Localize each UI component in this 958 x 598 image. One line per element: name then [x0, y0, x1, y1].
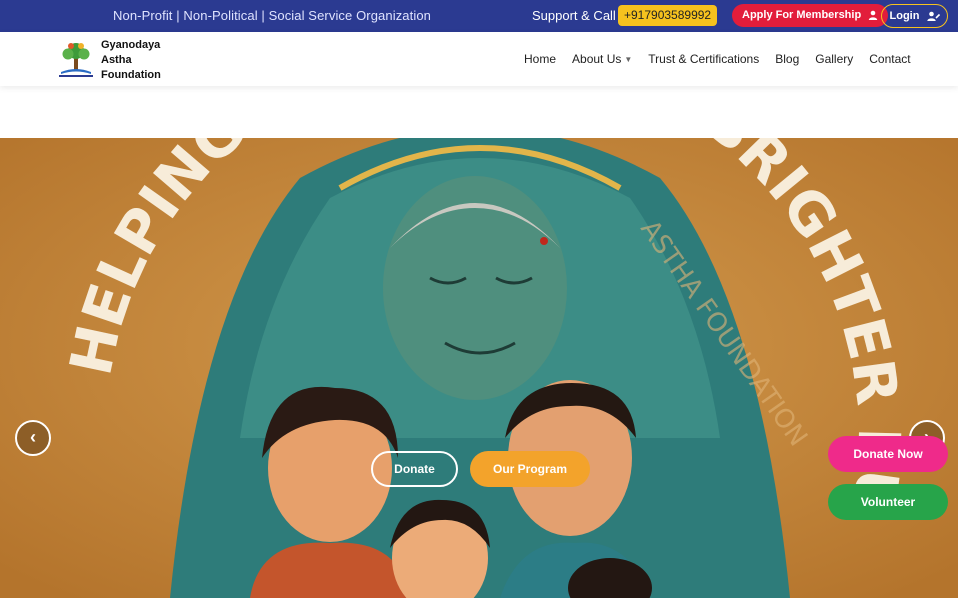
- brand-name-line1: Gyanodaya: [101, 39, 161, 51]
- phone-number-link[interactable]: +917903589992: [618, 5, 718, 26]
- slider-prev-button[interactable]: ‹: [15, 420, 51, 456]
- donate-now-floating-button[interactable]: Donate Now: [828, 436, 948, 472]
- brand-name[interactable]: Gyanodaya Astha Foundation: [101, 38, 161, 83]
- top-bar: Non-Profit | Non-Political | Social Serv…: [0, 0, 958, 32]
- nav-item-blog[interactable]: Blog: [775, 52, 799, 66]
- apply-membership-label: Apply For Membership: [742, 9, 862, 21]
- nav-item-gallery[interactable]: Gallery: [815, 52, 853, 66]
- nav-item-contact[interactable]: Contact: [869, 52, 910, 66]
- nav-item-about-us[interactable]: About Us ▼: [572, 52, 632, 66]
- user-edit-icon: [926, 11, 940, 22]
- login-button[interactable]: Login: [881, 4, 948, 28]
- hero-illustration: HELPING BRIGHTER FUTURE ASTHA FOUNDATION: [0, 138, 958, 598]
- main-navbar: Gyanodaya Astha Foundation Home About Us…: [0, 32, 958, 86]
- apply-membership-button[interactable]: Apply For Membership: [732, 4, 889, 27]
- donate-button[interactable]: Donate: [371, 451, 458, 487]
- nav-item-trust-certifications[interactable]: Trust & Certifications: [648, 52, 759, 66]
- chevron-left-icon: ‹: [30, 427, 36, 447]
- volunteer-floating-button[interactable]: Volunteer: [828, 484, 948, 520]
- our-program-button[interactable]: Our Program: [470, 451, 590, 487]
- login-label: Login: [889, 10, 920, 22]
- tagline: Non-Profit | Non-Political | Social Serv…: [113, 8, 431, 23]
- nav-menu: Home About Us ▼ Trust & Certifications Bl…: [524, 52, 911, 66]
- nav-item-about-us-label: About Us: [572, 52, 622, 66]
- support-call-label: Support & Call: [532, 8, 616, 23]
- nav-item-home[interactable]: Home: [524, 52, 556, 66]
- user-icon: [869, 10, 878, 21]
- caret-down-icon: ▼: [624, 55, 633, 64]
- brand-name-line3: Foundation: [101, 69, 161, 81]
- brand-name-line2: Astha: [101, 54, 132, 66]
- tree-logo-icon[interactable]: [55, 39, 97, 79]
- hero-slider: HELPING BRIGHTER FUTURE ASTHA FOUNDATION: [0, 138, 958, 598]
